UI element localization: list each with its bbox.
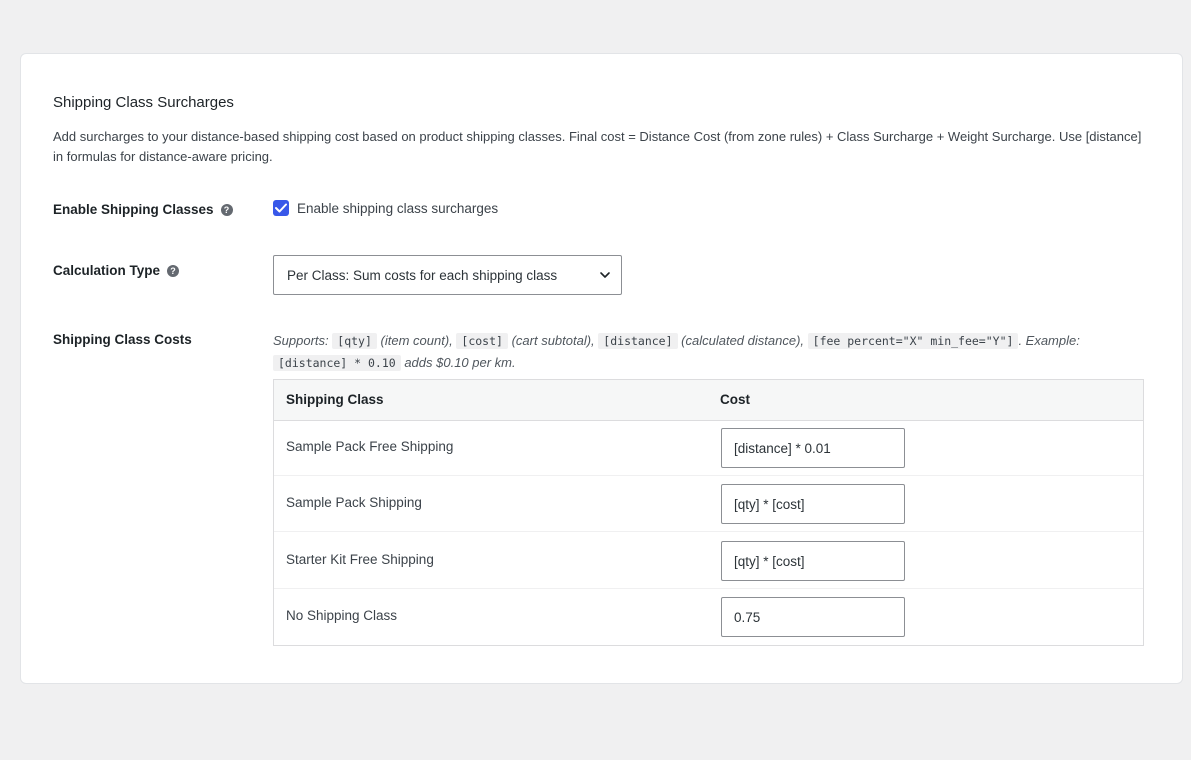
code-qty: [qty]: [332, 333, 377, 349]
section-description: Add surcharges to your distance-based sh…: [53, 129, 1142, 164]
table-row: Sample Pack Shipping: [274, 476, 1143, 532]
desc-distance: (calculated distance),: [681, 333, 805, 348]
table-row: Sample Pack Free Shipping: [274, 420, 1143, 476]
example-desc: adds $0.10 per km.: [404, 355, 516, 370]
shipping-class-name: Starter Kit Free Shipping: [286, 552, 434, 567]
shipping-class-name: Sample Pack Free Shipping: [286, 439, 454, 454]
enable-shipping-classes-label: Enable Shipping Classes ?: [53, 202, 233, 217]
cost-input[interactable]: [721, 597, 905, 637]
chevron-down-icon: [600, 272, 610, 278]
shipping-class-costs-table: Shipping Class Cost Sample Pack Free Shi…: [273, 379, 1144, 646]
help-icon[interactable]: ?: [167, 264, 180, 277]
enable-checkbox-label: Enable shipping class surcharges: [297, 200, 499, 216]
calculation-type-select[interactable]: Per Class: Sum costs for each shipping c…: [273, 255, 622, 295]
enable-shipping-classes-checkbox[interactable]: [273, 200, 289, 216]
shipping-class-costs-label: Shipping Class Costs: [53, 332, 192, 347]
code-distance: [distance]: [598, 333, 678, 349]
class-costs-label-text: Shipping Class Costs: [53, 332, 192, 347]
table-header: Shipping Class Cost: [274, 380, 1143, 421]
checkmark-icon: [275, 203, 287, 213]
shipping-class-name: Sample Pack Shipping: [286, 495, 422, 510]
code-example: [distance] * 0.10: [273, 355, 401, 371]
cost-input[interactable]: [721, 428, 905, 468]
enable-label-text: Enable Shipping Classes: [53, 202, 214, 217]
enable-shipping-classes-checkbox-row[interactable]: Enable shipping class surcharges: [273, 200, 498, 216]
calculation-type-label: Calculation Type ?: [53, 263, 180, 278]
column-header-cost: Cost: [720, 392, 750, 407]
code-fee: [fee percent="X" min_fee="Y"]: [807, 333, 1019, 349]
table-row: No Shipping Class: [274, 589, 1143, 645]
calculation-type-selected-value: Per Class: Sum costs for each shipping c…: [287, 267, 558, 283]
supports-prefix: Supports:: [273, 333, 329, 348]
desc-cost: (cart subtotal),: [511, 333, 595, 348]
help-icon[interactable]: ?: [220, 203, 233, 216]
example-label: . Example:: [1018, 333, 1080, 348]
column-header-shipping-class: Shipping Class: [286, 392, 384, 407]
table-row: Starter Kit Free Shipping: [274, 533, 1143, 589]
cost-input[interactable]: [721, 484, 905, 524]
calc-type-label-text: Calculation Type: [53, 263, 161, 278]
settings-card: Shipping Class Surcharges Add surcharges…: [20, 53, 1183, 684]
code-cost: [cost]: [456, 333, 508, 349]
desc-qty: (item count),: [380, 333, 453, 348]
supports-description: Supports: [qty] (item count), [cost] (ca…: [273, 330, 1143, 374]
section-title: Shipping Class Surcharges: [53, 94, 234, 111]
cost-input[interactable]: [721, 541, 905, 581]
shipping-class-name: No Shipping Class: [286, 608, 398, 623]
